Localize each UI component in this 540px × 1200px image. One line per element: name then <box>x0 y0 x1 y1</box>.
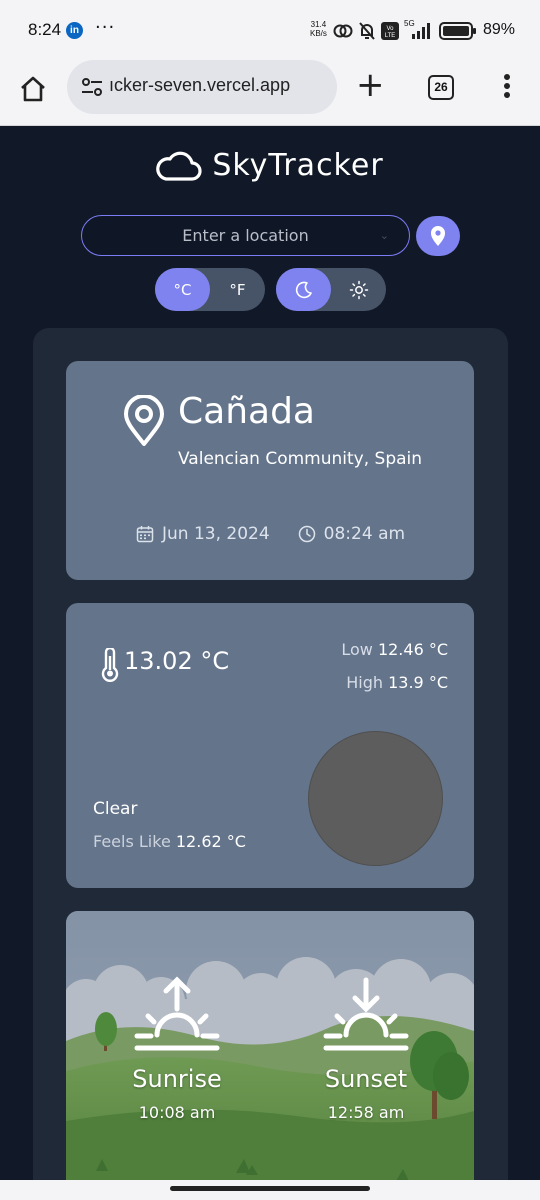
calendar-icon <box>136 526 154 543</box>
thermometer-icon <box>101 648 119 682</box>
location-card: Cañada Valencian Community, Spain Jun 13… <box>66 361 474 580</box>
high-label: High <box>346 673 384 692</box>
city-name: Cañada <box>178 391 315 432</box>
status-icons: Vo LTE 5G <box>333 19 477 42</box>
home-gesture-bar[interactable] <box>170 1186 370 1191</box>
signal-icon <box>412 23 430 39</box>
sunset-time: 12:58 am <box>327 1103 405 1122</box>
address-bar[interactable]: ıcker-seven.vercel.app <box>67 60 337 114</box>
sun-icon <box>349 280 368 299</box>
unit-toggle[interactable]: °C °F <box>155 268 265 311</box>
home-icon[interactable] <box>18 74 48 104</box>
sun-card: Sunrise 10:08 am Sunset 12:58 am <box>66 911 474 1180</box>
current-time: 08:24 am <box>323 524 406 544</box>
tune-icon[interactable] <box>81 77 103 97</box>
temperature-card: 13.02 °C Low 12.46 °C High 13.9 °C Clear… <box>66 603 474 888</box>
weather-image <box>308 731 443 866</box>
current-date: Jun 13, 2024 <box>162 524 270 544</box>
location-search-input[interactable] <box>82 216 409 255</box>
network-speed-unit: KB/s <box>310 29 327 38</box>
temperature-range: Low 12.46 °C High 13.9 °C <box>341 633 448 699</box>
high-temperature: 13.9 °C <box>388 673 448 692</box>
volte-icon: VoLTE <box>381 22 399 40</box>
more-notifications-icon: ··· <box>95 17 116 38</box>
signal-group: 5G <box>404 19 434 41</box>
location-pin-icon <box>124 395 164 446</box>
current-location-button[interactable] <box>416 216 460 256</box>
weather-panel: Cañada Valencian Community, Spain Jun 13… <box>33 328 508 1180</box>
sunset-label: Sunset <box>324 1065 408 1093</box>
battery-percent: 89% <box>483 21 516 38</box>
linkedin-icon: in <box>66 22 83 39</box>
location-search[interactable]: ⌄ <box>81 215 410 256</box>
status-time: 8:24 <box>28 20 62 39</box>
network-speed-value: 31.4 <box>310 20 327 29</box>
sunrise-label: Sunrise <box>132 1065 222 1093</box>
feels-like: Feels Like 12.62 °C <box>93 832 246 851</box>
low-temperature: 12.46 °C <box>377 640 448 659</box>
chevron-down-icon: ⌄ <box>379 229 389 242</box>
feels-like-value: 12.62 °C <box>175 832 246 851</box>
dark-mode-button[interactable] <box>276 268 331 311</box>
app-header: SkyTracker <box>0 145 540 185</box>
fahrenheit-button[interactable]: °F <box>210 268 265 311</box>
feels-like-label: Feels Like <box>93 832 171 851</box>
region-name: Valencian Community, Spain <box>178 449 423 469</box>
system-nav-bar <box>0 1180 540 1200</box>
light-mode-button[interactable] <box>331 268 386 311</box>
clock-icon <box>298 525 315 543</box>
celsius-button[interactable]: °C <box>155 268 210 311</box>
battery-icon <box>439 22 476 40</box>
sunrise-time: 10:08 am <box>138 1103 216 1122</box>
bell-off-icon <box>359 22 375 40</box>
weather-description: Clear <box>93 799 138 819</box>
moon-icon <box>295 281 312 298</box>
url-text[interactable]: ıcker-seven.vercel.app <box>109 75 290 96</box>
more-vert-icon[interactable] <box>500 74 514 102</box>
svg-text:Vo: Vo <box>386 26 394 32</box>
network-speed: 31.4 KB/s <box>310 20 327 38</box>
sunrise-icon <box>134 976 220 1051</box>
location-pin-icon <box>431 226 445 246</box>
new-tab-button[interactable]: + <box>356 68 385 102</box>
skytracker-app: SkyTracker ⌄ °C °F Cañada Valencian Comm… <box>0 127 540 1180</box>
link-icon <box>333 24 353 38</box>
date-time-row: Jun 13, 2024 08:24 am <box>136 524 405 544</box>
sunset-block: Sunset 12:58 am <box>296 975 436 1122</box>
sunrise-block: Sunrise 10:08 am <box>107 975 247 1122</box>
current-temperature: 13.02 °C <box>124 647 230 675</box>
theme-toggle[interactable] <box>276 268 386 311</box>
browser-toolbar: ıcker-seven.vercel.app + 26 <box>0 60 540 126</box>
status-bar: 8:24 in ··· 31.4 KB/s Vo LTE 5G 89% <box>0 0 540 60</box>
tabs-button[interactable]: 26 <box>428 75 454 100</box>
svg-text:LTE: LTE <box>385 33 396 39</box>
app-title: SkyTracker <box>212 147 384 183</box>
sunset-icon <box>323 977 409 1051</box>
low-label: Low <box>341 640 373 659</box>
cloud-icon <box>156 151 202 181</box>
